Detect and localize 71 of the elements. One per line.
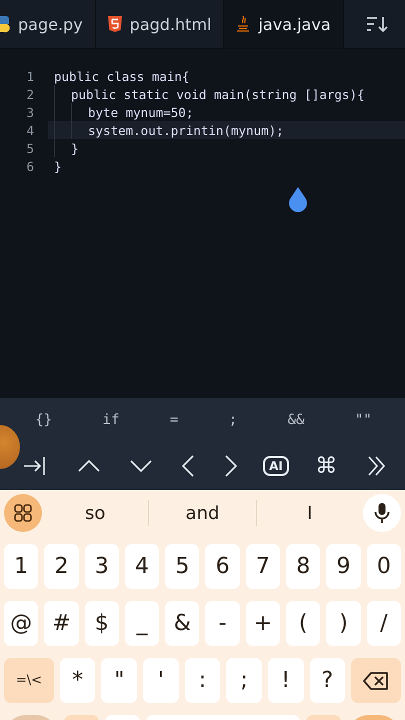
symbol-key[interactable]: {} <box>29 408 58 432</box>
code-line: public static void main(string []args){ <box>71 86 364 102</box>
code-line: } <box>54 158 62 174</box>
symbol-key[interactable]: "" <box>348 408 378 432</box>
keyboard-key[interactable]: * <box>60 658 96 703</box>
line-number: 2 <box>25 86 34 102</box>
keyboard-key[interactable]: " <box>101 658 138 703</box>
keyboard-key[interactable]: / <box>366 601 401 646</box>
suggestion[interactable]: and <box>149 502 256 524</box>
microphone-icon <box>374 502 390 524</box>
keyboard-key[interactable]: - <box>205 601 240 646</box>
keyboard-key[interactable]: 1 <box>4 544 38 589</box>
keyboard-key[interactable]: @ <box>4 601 38 646</box>
keyboard-key[interactable]: ! <box>268 658 304 703</box>
keyboard-key[interactable]: ( <box>286 601 320 646</box>
keyboard-key[interactable]: & <box>165 601 200 646</box>
python-icon <box>0 14 10 34</box>
keyboard-key[interactable]: 2 <box>44 544 79 589</box>
cursor-handle[interactable] <box>287 187 309 213</box>
code-line: public class main{ <box>54 68 190 84</box>
sort-icon <box>365 14 389 34</box>
file-tab[interactable]: pagd.html <box>96 0 224 48</box>
line-number: 5 <box>25 140 34 156</box>
keyboard-key[interactable]: 8 <box>286 544 320 589</box>
symbol-key[interactable]: = <box>164 408 184 432</box>
keyboard-key[interactable]: ; <box>226 658 262 703</box>
chevron-up-icon <box>78 460 100 472</box>
code-line: } <box>71 140 79 156</box>
double-chevron-icon <box>368 456 386 476</box>
ai-key[interactable]: AI <box>263 456 289 476</box>
symbol-key[interactable]: ; <box>222 408 244 432</box>
keyboard-key[interactable]: 7 <box>246 544 280 589</box>
keyboard-key[interactable]: $ <box>84 601 119 646</box>
keyboard-key[interactable]: 4 <box>124 544 160 589</box>
chevron-left-icon <box>182 455 194 477</box>
chevron-down-icon <box>130 460 152 472</box>
keyboard-key[interactable]: _ <box>124 601 160 646</box>
tab-key-icon <box>23 455 48 477</box>
apps-button[interactable] <box>4 494 42 532</box>
keyboard-key[interactable]: ? <box>310 658 346 703</box>
grid-icon <box>13 503 33 523</box>
symbol-key[interactable]: && <box>282 408 310 432</box>
symbols-key[interactable]: =\< <box>4 658 54 703</box>
microphone-button[interactable] <box>362 494 401 532</box>
keyboard-key[interactable]: 0 <box>366 544 401 589</box>
suggestion[interactable]: I <box>256 502 363 524</box>
keyboard-key[interactable]: 3 <box>84 544 119 589</box>
keyboard-key[interactable]: 6 <box>205 544 240 589</box>
line-number: 1 <box>25 68 34 84</box>
keyboard-key[interactable]: 5 <box>165 544 200 589</box>
code-line: system.out.printin(mynum); <box>88 122 284 138</box>
backspace-icon <box>363 672 390 690</box>
coffee-cup-icon <box>236 16 250 32</box>
command-key[interactable]: ⌘ <box>311 450 342 482</box>
file-tab[interactable]: java.java <box>224 0 344 48</box>
line-number: 3 <box>25 104 34 120</box>
symbol-key[interactable]: if <box>96 408 126 432</box>
keyboard-key[interactable]: 9 <box>326 544 361 589</box>
keyboard-key[interactable]: ' <box>143 658 179 703</box>
keyboard-key[interactable]: + <box>246 601 280 646</box>
code-line: byte mynum=50; <box>88 104 194 120</box>
backspace-key[interactable] <box>351 658 401 703</box>
keyboard-key[interactable]: : <box>184 658 220 703</box>
chevron-right-icon <box>224 455 237 477</box>
keyboard-key[interactable]: ) <box>326 601 361 646</box>
keyboard-key[interactable]: # <box>44 601 79 646</box>
suggestion[interactable]: so <box>42 502 148 524</box>
file-tab[interactable]: page.py <box>0 0 96 48</box>
line-number: 6 <box>25 158 34 174</box>
html5-icon <box>108 16 122 32</box>
line-number: 4 <box>25 122 34 138</box>
